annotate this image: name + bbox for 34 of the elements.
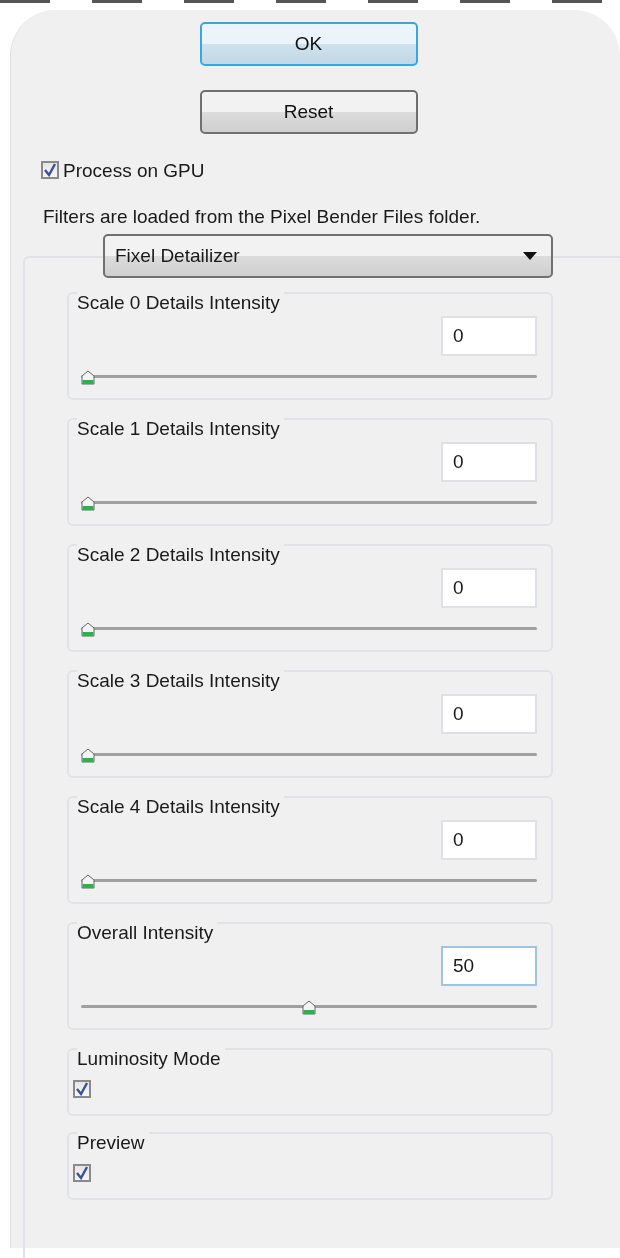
- slider-track[interactable]: [81, 496, 537, 510]
- slider-track[interactable]: [81, 748, 537, 762]
- checkbox[interactable]: [41, 161, 59, 179]
- slider-thumb[interactable]: [81, 874, 95, 890]
- slider-thumb[interactable]: [81, 622, 95, 638]
- value-field[interactable]: 50: [441, 946, 537, 986]
- ok-button[interactable]: OK: [199, 22, 418, 66]
- value-field[interactable]: 0: [441, 568, 537, 608]
- section-label: Overall Intensity: [77, 922, 218, 944]
- checkbox[interactable]: [73, 1164, 91, 1182]
- section-label: Scale 2 Details Intensity: [77, 544, 284, 566]
- slider-thumb[interactable]: [81, 496, 95, 512]
- slider-track[interactable]: [81, 622, 537, 636]
- section-label: Scale 0 Details Intensity: [77, 292, 284, 314]
- filter-dropdown[interactable]: Fixel Detailizer: [103, 234, 553, 278]
- value-field[interactable]: 0: [441, 694, 537, 734]
- section-label: Luminosity Mode: [77, 1048, 225, 1070]
- checkbox[interactable]: [73, 1080, 91, 1098]
- checkbox-label[interactable]: Process on GPU: [63, 160, 205, 182]
- slider-track[interactable]: [81, 1000, 537, 1014]
- slider-track[interactable]: [81, 370, 537, 384]
- slider-thumb[interactable]: [302, 1000, 316, 1016]
- section-label: Scale 4 Details Intensity: [77, 796, 284, 818]
- value-field[interactable]: 0: [441, 820, 537, 860]
- slider-track[interactable]: [81, 874, 537, 888]
- section-label: Scale 1 Details Intensity: [77, 418, 284, 440]
- slider-thumb[interactable]: [81, 370, 95, 386]
- dropdown-arrow-icon: [523, 252, 537, 260]
- slider-thumb[interactable]: [81, 748, 95, 764]
- info-text: Filters are loaded from the Pixel Bender Files folder.: [43, 206, 482, 228]
- value-field[interactable]: 0: [441, 316, 537, 356]
- reset-button[interactable]: Reset: [199, 90, 418, 134]
- value-field[interactable]: 0: [441, 442, 537, 482]
- section-label: Scale 3 Details Intensity: [77, 670, 284, 692]
